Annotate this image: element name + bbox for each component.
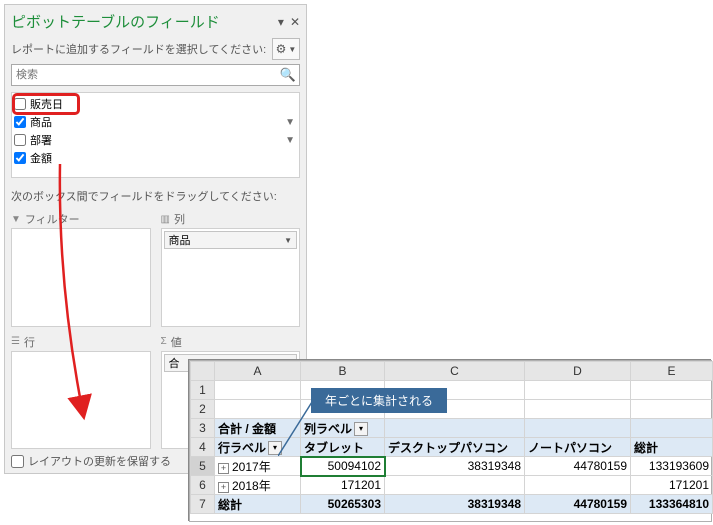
area-label: 行	[24, 334, 35, 350]
col-header[interactable]: C	[385, 362, 525, 381]
rows-area[interactable]: ☰行	[11, 333, 151, 450]
cell[interactable]: 133193609	[631, 457, 713, 476]
annotation-callout: 年ごとに集計される	[311, 388, 447, 413]
callout-text: 年ごとに集計される	[311, 388, 447, 413]
chevron-down-icon: ▼	[288, 45, 296, 54]
pivot-col-header[interactable]: ノートパソコン	[525, 438, 631, 457]
drag-hint: 次のボックス間でフィールドをドラッグしてください:	[11, 188, 300, 204]
cell[interactable]: 44780159	[525, 495, 631, 514]
field-label: 部署	[30, 132, 281, 148]
cell[interactable]	[215, 381, 301, 400]
field-checkbox[interactable]	[14, 152, 26, 164]
cell[interactable]	[631, 381, 713, 400]
field-checkbox[interactable]	[14, 116, 26, 128]
cell[interactable]	[385, 419, 525, 438]
cell[interactable]	[525, 419, 631, 438]
cell[interactable]	[525, 400, 631, 419]
cell[interactable]: 50265303	[301, 495, 385, 514]
pane-dropdown-icon[interactable]: ▾	[278, 15, 284, 29]
cell[interactable]: 38319348	[385, 457, 525, 476]
pivot-col-header[interactable]: 総計	[631, 438, 713, 457]
field-label: 金額	[30, 150, 297, 166]
filter-icon: ▼	[11, 214, 21, 225]
gear-button[interactable]: ⚙▼	[272, 38, 300, 60]
filters-area[interactable]: ▼ フィルター	[11, 210, 151, 327]
dropdown-icon[interactable]: ▾	[354, 422, 368, 436]
field-checkbox[interactable]	[14, 98, 26, 110]
cell[interactable]: 50094102	[301, 457, 385, 476]
filter-icon: ▼	[285, 117, 295, 128]
field-list: 販売日 商品 ▼ 部署 ▼ 金額	[11, 92, 300, 178]
cell[interactable]	[525, 381, 631, 400]
cell[interactable]: 44780159	[525, 457, 631, 476]
cell[interactable]: 133364810	[631, 495, 713, 514]
cell[interactable]: 38319348	[385, 495, 525, 514]
select-all-corner[interactable]	[191, 362, 215, 381]
row-header[interactable]: 6	[191, 476, 215, 495]
defer-checkbox[interactable]	[11, 455, 24, 468]
field-checkbox[interactable]	[14, 134, 26, 146]
columns-area[interactable]: ▥ 列 商品 ▼	[161, 210, 301, 327]
values-icon: Σ	[161, 336, 167, 347]
cell[interactable]	[385, 476, 525, 495]
col-header[interactable]: B	[301, 362, 385, 381]
chevron-down-icon: ▼	[284, 236, 292, 245]
pivot-total-label[interactable]: 総計	[215, 495, 301, 514]
field-label: 商品	[30, 114, 281, 130]
filter-icon: ▼	[285, 135, 295, 146]
cell[interactable]: 171201	[301, 476, 385, 495]
pivot-col-header[interactable]: タブレット	[301, 438, 385, 457]
pane-title: ピボットテーブルのフィールド	[11, 11, 220, 32]
cell[interactable]	[631, 400, 713, 419]
pane-subtitle: レポートに追加するフィールドを選択してください:	[11, 41, 266, 57]
area-label: フィルター	[25, 211, 80, 227]
row-header[interactable]: 5	[191, 457, 215, 476]
pivot-row-label[interactable]: +2017年	[215, 457, 301, 476]
col-header[interactable]: E	[631, 362, 713, 381]
row-header[interactable]: 4	[191, 438, 215, 457]
field-item[interactable]: 商品 ▼	[14, 113, 297, 131]
field-chip[interactable]: 商品 ▼	[164, 231, 298, 249]
area-label: 列	[174, 211, 185, 227]
field-item[interactable]: 販売日	[14, 95, 297, 113]
field-item[interactable]: 金額	[14, 149, 297, 167]
pivot-row-label[interactable]: +2018年	[215, 476, 301, 495]
expand-icon[interactable]: +	[218, 482, 229, 493]
row-header[interactable]: 7	[191, 495, 215, 514]
field-label: 販売日	[30, 96, 297, 112]
row-header[interactable]: 1	[191, 381, 215, 400]
chip-label: 商品	[169, 232, 191, 248]
spreadsheet: A B C D E 1 2 3 合計 / 金額 列ラベル▾ 4 行ラベル▾ タブ…	[189, 360, 712, 522]
chip-label: 合	[169, 355, 180, 371]
col-header[interactable]: A	[215, 362, 301, 381]
field-item[interactable]: 部署 ▼	[14, 131, 297, 149]
close-icon[interactable]: ✕	[290, 15, 300, 29]
expand-icon[interactable]: +	[218, 463, 229, 474]
cell[interactable]: 171201	[631, 476, 713, 495]
col-header[interactable]: D	[525, 362, 631, 381]
pivot-col-header[interactable]: デスクトップパソコン	[385, 438, 525, 457]
search-input[interactable]	[11, 64, 300, 86]
defer-label: レイアウトの更新を保留する	[28, 453, 171, 469]
area-label: 値	[171, 334, 182, 350]
cell[interactable]	[631, 419, 713, 438]
cell[interactable]	[525, 476, 631, 495]
gear-icon: ⚙	[276, 42, 287, 56]
row-header[interactable]: 2	[191, 400, 215, 419]
col-label-cell[interactable]: 列ラベル▾	[301, 419, 385, 438]
columns-icon: ▥	[161, 214, 170, 225]
row-header[interactable]: 3	[191, 419, 215, 438]
rows-icon: ☰	[11, 336, 20, 347]
